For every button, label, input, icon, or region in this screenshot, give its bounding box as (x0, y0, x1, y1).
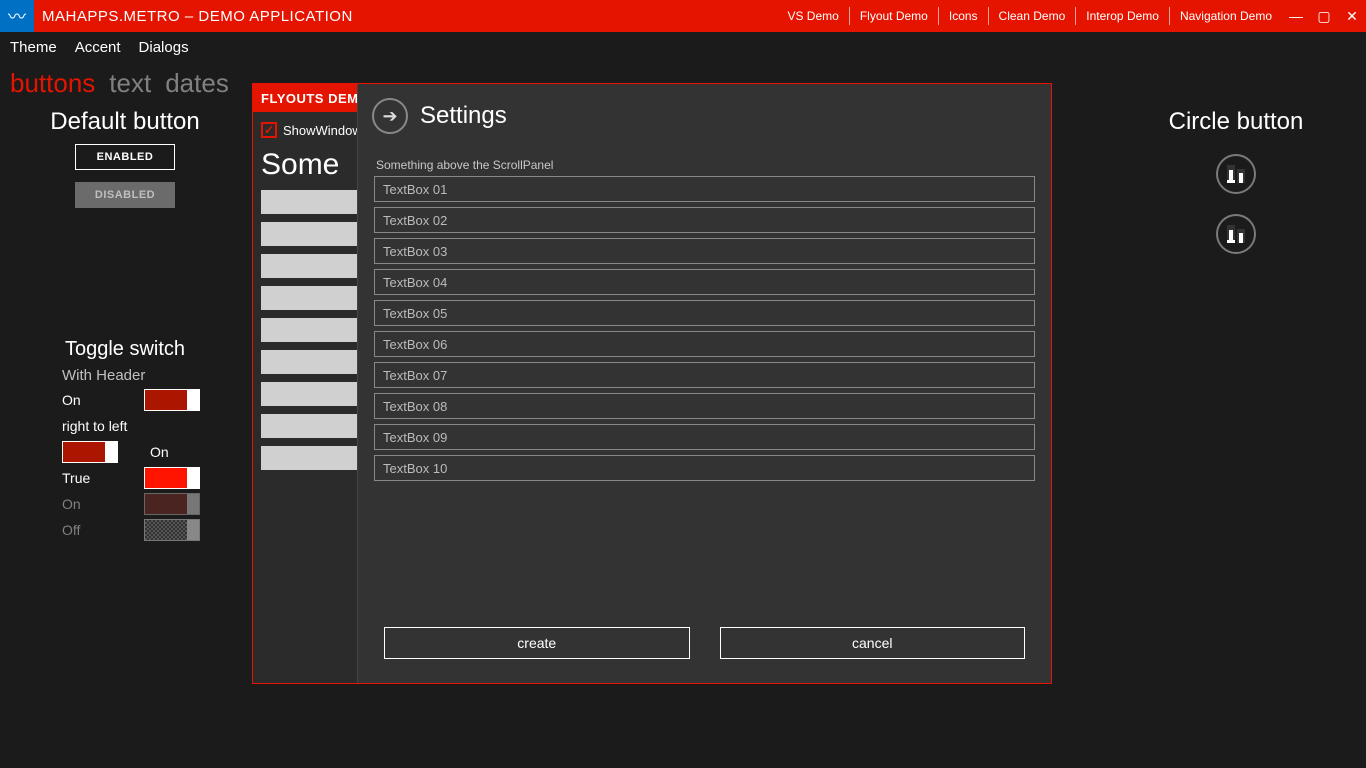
tab-dates[interactable]: dates (165, 68, 229, 99)
arrow-right-icon: ➔ (382, 106, 397, 127)
tab-text[interactable]: text (109, 68, 151, 99)
flyouts-demo-window: FLYOUTS DEMO ✋ ☝ | — ▢ ✕ ✓ ShowWindow So… (252, 83, 1052, 684)
buildings-icon (1227, 225, 1245, 243)
enabled-button[interactable]: ENABLED (75, 144, 175, 170)
logo-icon: 〰 (0, 0, 34, 32)
show-window-checkbox[interactable]: ✓ (261, 122, 277, 138)
toggle-label-true: True (62, 470, 112, 486)
toggle-label-on: On (62, 392, 112, 408)
menubar: Theme Accent Dialogs (0, 32, 1366, 62)
textbox-03[interactable] (374, 238, 1035, 264)
textbox-09[interactable] (374, 424, 1035, 450)
settings-flyout: ➔ Settings Something above the ScrollPan… (357, 84, 1051, 683)
buildings-icon (1227, 165, 1245, 183)
textbox-05[interactable] (374, 300, 1035, 326)
toggle-label-off: Off (62, 522, 112, 538)
menu-accent[interactable]: Accent (75, 39, 121, 56)
show-window-label: ShowWindow (283, 123, 362, 138)
textbox-01[interactable] (374, 176, 1035, 202)
toggle-off (144, 519, 200, 541)
toggle-label-rtl: right to left (62, 418, 127, 434)
flyout-above-label: Something above the ScrollPanel (358, 140, 1051, 176)
textbox-10[interactable] (374, 455, 1035, 481)
link-interop-demo[interactable]: Interop Demo (1076, 7, 1170, 25)
toggle-subtitle: With Header (62, 367, 240, 384)
cancel-button[interactable]: cancel (720, 627, 1026, 659)
toggle-title: Toggle switch (10, 338, 240, 361)
right-column: Circle button (1136, 108, 1336, 264)
create-button[interactable]: create (384, 627, 690, 659)
app-title: MAHAPPS.METRO – DEMO APPLICATION (42, 8, 353, 25)
link-clean-demo[interactable]: Clean Demo (989, 7, 1077, 25)
maximize-button[interactable]: ▢ (1310, 0, 1338, 32)
toggle-true[interactable] (144, 467, 200, 489)
textbox-08[interactable] (374, 393, 1035, 419)
toggle-section: Toggle switch With Header On right to le… (10, 338, 240, 542)
circle-button-1[interactable] (1216, 154, 1256, 194)
link-icons[interactable]: Icons (939, 7, 989, 25)
flyout-footer: create cancel (358, 611, 1051, 683)
close-button[interactable]: ✕ (1338, 0, 1366, 32)
menu-dialogs[interactable]: Dialogs (139, 39, 189, 56)
flyout-header: ➔ Settings (358, 84, 1051, 140)
toggle-on-dim (144, 493, 200, 515)
textbox-07[interactable] (374, 362, 1035, 388)
flyout-back-button[interactable]: ➔ (372, 98, 408, 134)
textbox-04[interactable] (374, 269, 1035, 295)
left-column: Default button ENABLED DISABLED Toggle s… (0, 108, 250, 544)
disabled-button: DISABLED (75, 182, 175, 208)
flyout-body (358, 176, 1051, 611)
flyout-title: Settings (420, 102, 507, 130)
link-flyout-demo[interactable]: Flyout Demo (850, 7, 939, 25)
tab-buttons[interactable]: buttons (10, 68, 95, 99)
toggle-on[interactable] (144, 389, 200, 411)
textbox-02[interactable] (374, 207, 1035, 233)
toggle-rtl[interactable] (62, 441, 118, 463)
menu-theme[interactable]: Theme (10, 39, 57, 56)
default-button-title: Default button (10, 108, 240, 136)
minimize-button[interactable]: — (1282, 0, 1310, 32)
circle-button-title: Circle button (1136, 108, 1336, 136)
textbox-06[interactable] (374, 331, 1035, 357)
circle-button-2[interactable] (1216, 214, 1256, 254)
link-vs-demo[interactable]: VS Demo (777, 7, 849, 25)
toggle-label-on-dim: On (62, 496, 112, 512)
main-titlebar: 〰 MAHAPPS.METRO – DEMO APPLICATION VS De… (0, 0, 1366, 32)
titlebar-links: VS Demo Flyout Demo Icons Clean Demo Int… (777, 0, 1366, 32)
link-navigation-demo[interactable]: Navigation Demo (1170, 7, 1282, 25)
subwin-title: FLYOUTS DEMO (261, 91, 369, 106)
toggle-label-on2: On (150, 444, 200, 460)
